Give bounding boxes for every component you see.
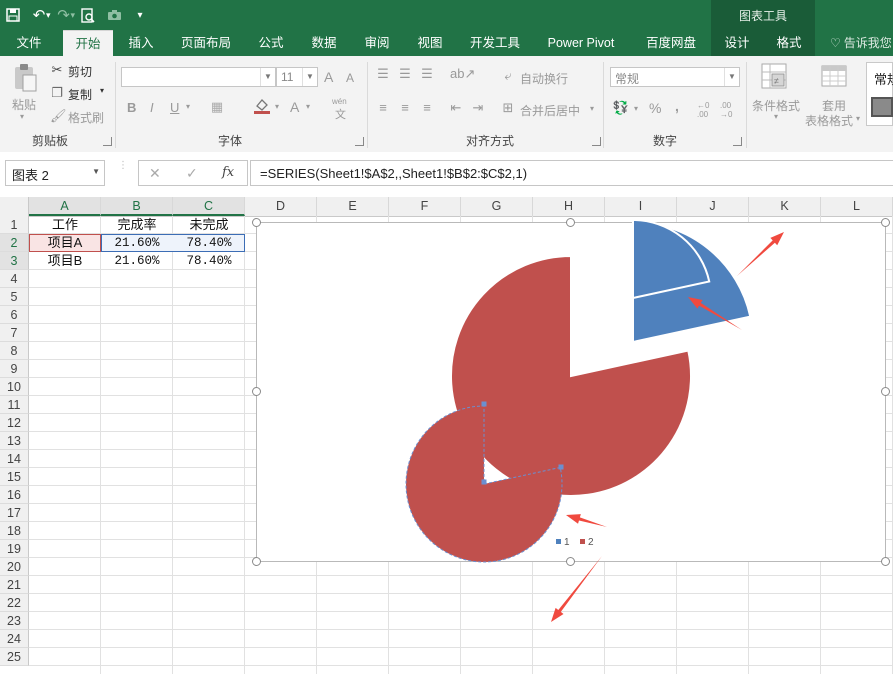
slice-selection-handle[interactable] [481, 479, 487, 485]
annotation-arrow-icon [737, 232, 784, 276]
legend-swatch-2 [580, 539, 585, 544]
legend-label-2[interactable]: 2 [588, 537, 594, 548]
annotation-arrow-icon [566, 514, 607, 527]
legend-swatch-1 [556, 539, 561, 544]
slice-selection-handle[interactable] [481, 401, 487, 407]
legend-label-1[interactable]: 1 [564, 537, 570, 548]
chart-svg: 12 [405, 218, 784, 622]
slice-selection-handle[interactable] [558, 464, 564, 470]
annotation-arrow-icon [551, 556, 602, 622]
